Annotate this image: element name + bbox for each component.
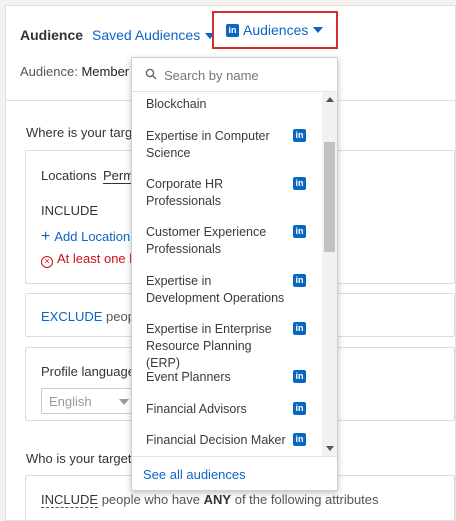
search-input[interactable]: [162, 64, 330, 86]
list-item[interactable]: Expertise in Development Operations in: [146, 273, 316, 307]
exclude-link[interactable]: EXCLUDE: [41, 309, 102, 324]
audiences-dropdown-menu: Blockchain Expertise in Computer Science…: [131, 57, 338, 491]
linkedin-icon: in: [293, 177, 306, 190]
scroll-down-icon[interactable]: [326, 446, 334, 451]
profile-language-select[interactable]: English: [41, 388, 136, 414]
audiences-button[interactable]: in Audiences: [212, 11, 338, 49]
saved-audiences-dropdown[interactable]: Saved Audiences: [92, 27, 216, 43]
linkedin-icon: in: [293, 370, 306, 383]
audience-list: Blockchain Expertise in Computer Science…: [132, 92, 322, 456]
see-all-audiences-link[interactable]: See all audiences: [143, 467, 246, 482]
chevron-down-icon: [119, 399, 129, 405]
list-item[interactable]: Customer Experience Professionals in: [146, 224, 316, 258]
list-item[interactable]: Blockchain: [146, 96, 316, 113]
list-item[interactable]: Corporate HR Professionals in: [146, 176, 316, 210]
scroll-up-icon[interactable]: [326, 97, 334, 102]
any-toggle[interactable]: ANY: [204, 492, 231, 507]
search-icon: [145, 68, 157, 80]
include-toggle[interactable]: INCLUDE: [41, 492, 99, 508]
list-item[interactable]: Expertise in Computer Science in: [146, 128, 316, 162]
audience-label: Audience: [20, 27, 84, 43]
list-item[interactable]: Expertise in Enterprise Resource Plannin…: [146, 321, 316, 372]
list-item[interactable]: Event Planners in: [146, 369, 316, 386]
list-item[interactable]: Financial Advisors in: [146, 401, 316, 418]
linkedin-icon: in: [293, 322, 306, 335]
linkedin-icon: in: [293, 433, 306, 446]
scrollbar[interactable]: [322, 92, 337, 456]
where-question: Where is your targ: [26, 125, 133, 140]
linkedin-icon: in: [293, 402, 306, 415]
scroll-thumb[interactable]: [324, 142, 335, 252]
saved-audiences-label: Saved Audiences: [92, 27, 201, 43]
see-all-row: See all audiences: [132, 456, 337, 490]
linkedin-icon: in: [226, 23, 239, 37]
list-item[interactable]: Financial Decision Maker in: [146, 432, 316, 449]
audience-summary-value: Member: [81, 64, 130, 79]
include-attributes-row: INCLUDE people who have ANY of the follo…: [41, 492, 379, 508]
plus-icon: +: [41, 228, 51, 245]
linkedin-icon: in: [293, 129, 306, 142]
location-error: × At least one l: [41, 251, 132, 268]
linkedin-icon: in: [293, 225, 306, 238]
include-label: INCLUDE: [41, 203, 99, 218]
chevron-down-icon: [313, 27, 324, 33]
error-icon: ×: [41, 256, 53, 268]
linkedin-icon: in: [293, 274, 306, 287]
locations-label: Locations: [41, 168, 97, 183]
who-question: Who is your target: [26, 451, 132, 466]
audiences-button-label: Audiences: [243, 22, 309, 38]
add-location-button[interactable]: + Add Location: [41, 228, 130, 246]
audience-summary: Audience: Member: [20, 64, 130, 79]
locations-type-select[interactable]: Perm: [103, 168, 135, 184]
profile-language-label: Profile language: [41, 364, 135, 379]
exclude-row: EXCLUDE people: [41, 309, 146, 324]
search-row: [132, 58, 337, 92]
